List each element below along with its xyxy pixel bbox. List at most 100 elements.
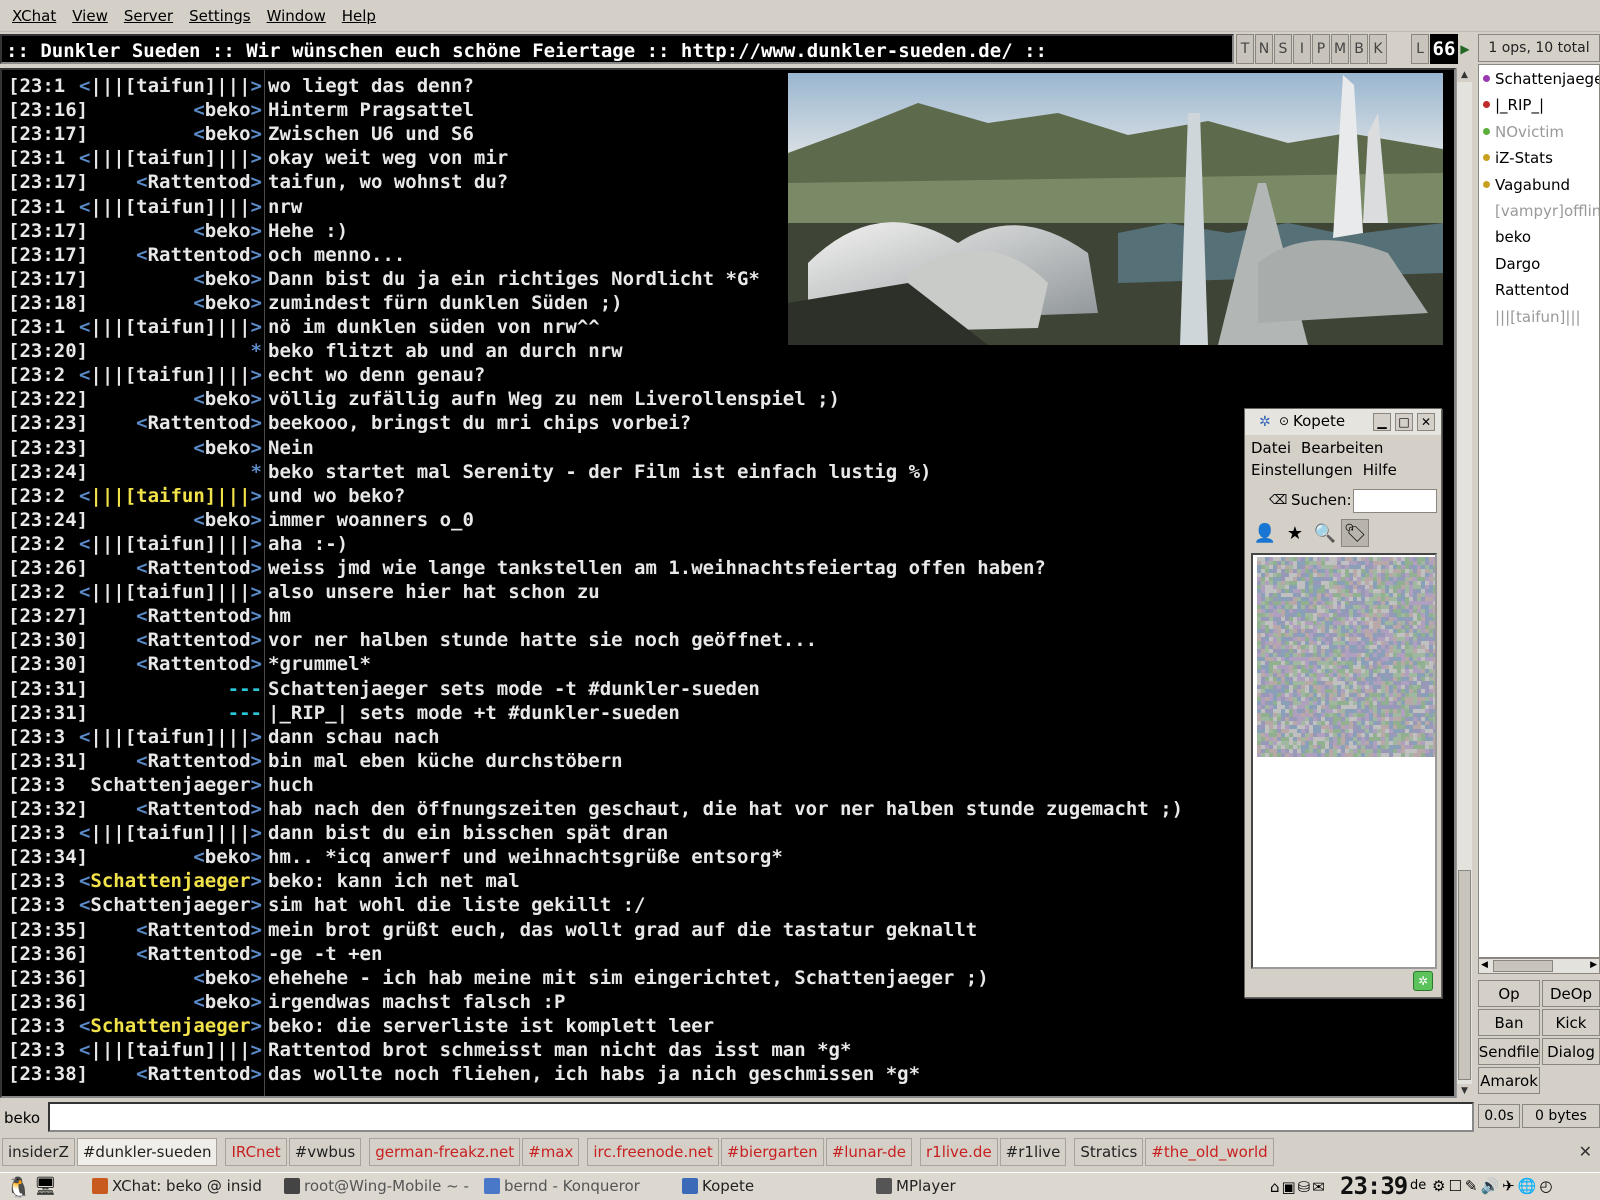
nick-label[interactable]: <Rattentod> xyxy=(136,556,262,580)
nick-label[interactable]: <beko> xyxy=(193,291,262,315)
nick-label[interactable]: <|||[taifun]|||> xyxy=(79,532,262,556)
nick-label[interactable]: <Schattenjaeger> xyxy=(79,869,262,893)
kopete-menu-bearbeiten[interactable]: Bearbeiten xyxy=(1301,439,1383,457)
clear-search-icon[interactable]: ⌫ xyxy=(1269,493,1287,508)
contact-list[interactable] xyxy=(1251,553,1437,969)
kick-button[interactable]: Kick xyxy=(1542,1009,1600,1036)
nick-name[interactable]: Rattentod xyxy=(148,919,251,941)
nick-label[interactable]: <|||[taifun]|||> xyxy=(79,1038,262,1062)
topic-bar[interactable]: :: Dunkler Sueden :: Wir wünschen euch s… xyxy=(0,34,1234,64)
user-entry[interactable]: Dargo xyxy=(1479,253,1599,275)
menu-window[interactable]: Window xyxy=(259,7,334,25)
mode-toggle-m[interactable]: M xyxy=(1331,34,1349,64)
nick-label[interactable]: --- xyxy=(228,701,262,725)
add-contact-icon[interactable]: 👤 xyxy=(1251,519,1279,547)
nick-name[interactable]: |||[taifun]||| xyxy=(90,196,250,218)
user-name[interactable]: [vampyr]offline xyxy=(1495,202,1599,220)
scroll-right-arrow-icon[interactable]: ▶ xyxy=(1590,960,1597,970)
kopete-menu-hilfe[interactable]: Hilfe xyxy=(1363,461,1397,479)
taskbar-item[interactable]: root@Wing-Mobile ~ - xyxy=(284,1172,474,1200)
userlist-hscrollbar[interactable]: ◀ ▶ xyxy=(1478,958,1600,974)
keyboard-layout-indicator[interactable]: de xyxy=(1410,1178,1426,1193)
nick-label[interactable]: <Rattentod> xyxy=(136,942,262,966)
kde-menu-icon[interactable]: 🐧 xyxy=(6,1175,31,1199)
mode-toggle-b[interactable]: B xyxy=(1350,34,1368,64)
scroll-thumb[interactable] xyxy=(1458,870,1471,1080)
nick-label[interactable]: <|||[taifun]|||> xyxy=(79,484,262,508)
tab--biergarten[interactable]: #biergarten xyxy=(720,1138,824,1166)
nick-name[interactable]: beko xyxy=(205,220,251,242)
amarok-button[interactable]: Amarok xyxy=(1478,1067,1540,1094)
nick-name[interactable]: beko xyxy=(205,99,251,121)
mode-toggle-p[interactable]: P xyxy=(1312,34,1330,64)
maximize-icon[interactable]: □ xyxy=(1395,413,1413,431)
nick-name[interactable]: Rattentod xyxy=(148,171,251,193)
online-status-icon[interactable]: ✲ xyxy=(1413,971,1433,991)
nick-label[interactable]: <Rattentod> xyxy=(136,628,262,652)
nick-name[interactable]: Rattentod xyxy=(148,798,251,820)
nick-name[interactable]: beko xyxy=(205,509,251,531)
user-entry[interactable]: |||[taifun]||| xyxy=(1479,306,1599,328)
nick-label[interactable]: <beko> xyxy=(193,966,262,990)
user-name[interactable]: |||[taifun]||| xyxy=(1495,308,1581,326)
nick-name[interactable]: Schattenjaeger xyxy=(90,870,250,892)
nick-label[interactable]: <Rattentod> xyxy=(136,1062,262,1086)
minimize-icon[interactable]: ▁ xyxy=(1373,413,1391,431)
tab-insiderz[interactable]: insiderZ xyxy=(2,1138,75,1166)
sendfile-button[interactable]: Sendfile xyxy=(1478,1038,1540,1065)
nick-name[interactable]: beko xyxy=(205,991,251,1013)
nick-name[interactable]: |||[taifun]||| xyxy=(90,533,250,555)
nick-label[interactable]: <|||[taifun]|||> xyxy=(79,315,262,339)
tab-r1live-de[interactable]: r1live.de xyxy=(920,1138,998,1166)
taskbar-item[interactable]: Kopete xyxy=(682,1172,792,1200)
kopete-menu-einstellungen[interactable]: Einstellungen xyxy=(1251,461,1353,479)
nick-label[interactable]: <|||[taifun]|||> xyxy=(79,725,262,749)
taskbar-item[interactable]: XChat: beko @ insid xyxy=(92,1172,282,1200)
nick-name[interactable]: |||[taifun]||| xyxy=(90,726,250,748)
sticky-icon[interactable]: ⊙ xyxy=(1279,414,1289,428)
nick-label[interactable]: <Rattentod> xyxy=(136,749,262,773)
mode-toggle-s[interactable]: S xyxy=(1274,34,1292,64)
nick-label[interactable]: <beko> xyxy=(193,508,262,532)
nick-name[interactable]: beko xyxy=(205,268,251,290)
nick-label[interactable]: <|||[taifun]|||> xyxy=(79,580,262,604)
menu-xchat[interactable]: XChat xyxy=(4,7,64,25)
nick-label[interactable]: * xyxy=(251,339,262,363)
tab--vwbus[interactable]: #vwbus xyxy=(288,1138,362,1166)
nick-name[interactable]: Schattenjaeger xyxy=(90,774,250,796)
close-tab-icon[interactable]: ✕ xyxy=(1579,1142,1592,1161)
nick-name[interactable]: |||[taifun]||| xyxy=(90,1039,250,1061)
scroll-up-arrow-icon[interactable]: ▲ xyxy=(1457,68,1472,82)
tab-ircnet[interactable]: IRCnet xyxy=(225,1138,287,1166)
nick-label[interactable]: <beko> xyxy=(193,845,262,869)
message-input[interactable] xyxy=(48,1102,1474,1132)
user-name[interactable]: Vagabund xyxy=(1495,176,1570,194)
nick-name[interactable]: |||[taifun]||| xyxy=(90,75,250,97)
nick-name[interactable]: |||[taifun]||| xyxy=(90,581,250,603)
user-list[interactable]: Schattenjaeger |_RIP_| NOvictim iZ-Stats Vag… xyxy=(1478,64,1600,958)
nick-name[interactable]: Rattentod xyxy=(148,629,251,651)
user-entry[interactable]: [vampyr]offline xyxy=(1479,200,1599,222)
menu-view[interactable]: View xyxy=(64,7,116,25)
nick-label[interactable]: * xyxy=(251,460,262,484)
nick-label[interactable]: <|||[taifun]|||> xyxy=(79,74,262,98)
nick-label[interactable]: <|||[taifun]|||> xyxy=(79,821,262,845)
search-icon[interactable]: 🔍 xyxy=(1311,519,1339,547)
user-entry[interactable]: Schattenjaeger xyxy=(1479,68,1599,90)
user-name[interactable]: Dargo xyxy=(1495,255,1540,273)
menu-server[interactable]: Server xyxy=(116,7,181,25)
tab--lunar-de[interactable]: #lunar-de xyxy=(825,1138,912,1166)
nick-name[interactable]: Rattentod xyxy=(148,605,251,627)
tab--max[interactable]: #max xyxy=(522,1138,580,1166)
nick-name[interactable]: Rattentod xyxy=(148,412,251,434)
user-entry[interactable]: beko xyxy=(1479,226,1599,248)
kopete-titlebar[interactable]: ✲ ⊙ Kopete ▁ □ ✕ xyxy=(1245,409,1441,435)
nick-label[interactable]: <Rattentod> xyxy=(136,918,262,942)
user-name[interactable]: beko xyxy=(1495,228,1531,246)
nick-label[interactable]: <Rattentod> xyxy=(136,797,262,821)
user-entry[interactable]: iZ-Stats xyxy=(1479,147,1599,169)
nick-label[interactable]: <Rattentod> xyxy=(136,243,262,267)
nick-name[interactable]: Rattentod xyxy=(148,1063,251,1085)
tab-stratics[interactable]: Stratics xyxy=(1074,1138,1144,1166)
taskbar-item[interactable]: MPlayer xyxy=(876,1172,986,1200)
